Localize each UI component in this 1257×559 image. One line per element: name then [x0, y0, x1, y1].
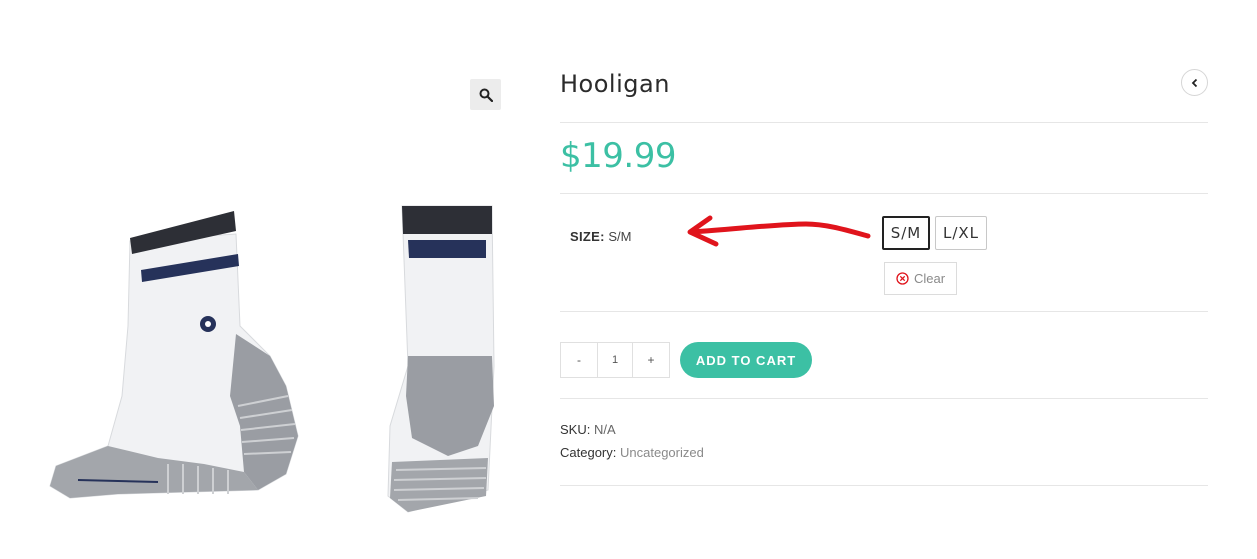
magnifier-icon	[479, 88, 493, 102]
circle-x-icon	[896, 272, 909, 285]
right-sock	[387, 205, 495, 513]
left-sock	[49, 211, 299, 499]
divider	[560, 311, 1208, 312]
divider	[560, 485, 1208, 486]
category-label: Category:	[560, 445, 617, 460]
product-image[interactable]	[8, 66, 513, 524]
product-title: Hooligan	[560, 70, 670, 98]
chevron-left-icon	[1191, 78, 1197, 87]
size-option-s-m[interactable]: S/M	[882, 216, 930, 250]
sku-label: SKU:	[560, 422, 591, 437]
zoom-button[interactable]	[470, 79, 501, 110]
category-link[interactable]: Uncategorized	[620, 445, 704, 460]
divider	[560, 122, 1208, 123]
quantity-decrease-button[interactable]: -	[561, 343, 597, 377]
product-price: $19.99	[560, 136, 676, 176]
divider	[560, 193, 1208, 194]
clear-label: Clear	[913, 271, 946, 286]
sock-illustration	[49, 205, 495, 513]
quantity-input[interactable]: 1	[597, 343, 633, 377]
size-option-l-xl[interactable]: L/XL	[935, 216, 987, 250]
clear-button[interactable]: Clear	[884, 262, 957, 295]
size-label: SIZE: S/M	[570, 229, 631, 244]
add-to-cart-button[interactable]: ADD TO CART	[680, 342, 812, 378]
back-button[interactable]	[1181, 69, 1208, 96]
size-label-text: SIZE:	[570, 229, 605, 244]
quantity-increase-button[interactable]: +	[633, 343, 669, 377]
quantity-stepper: - 1 +	[560, 342, 670, 378]
size-selected-value: S/M	[608, 229, 632, 244]
sku-value: N/A	[593, 422, 616, 437]
sku-row: SKU: N/A	[560, 422, 616, 437]
annotation-arrow	[687, 215, 871, 247]
category-row: Category: Uncategorized	[560, 445, 704, 460]
divider	[560, 398, 1208, 399]
